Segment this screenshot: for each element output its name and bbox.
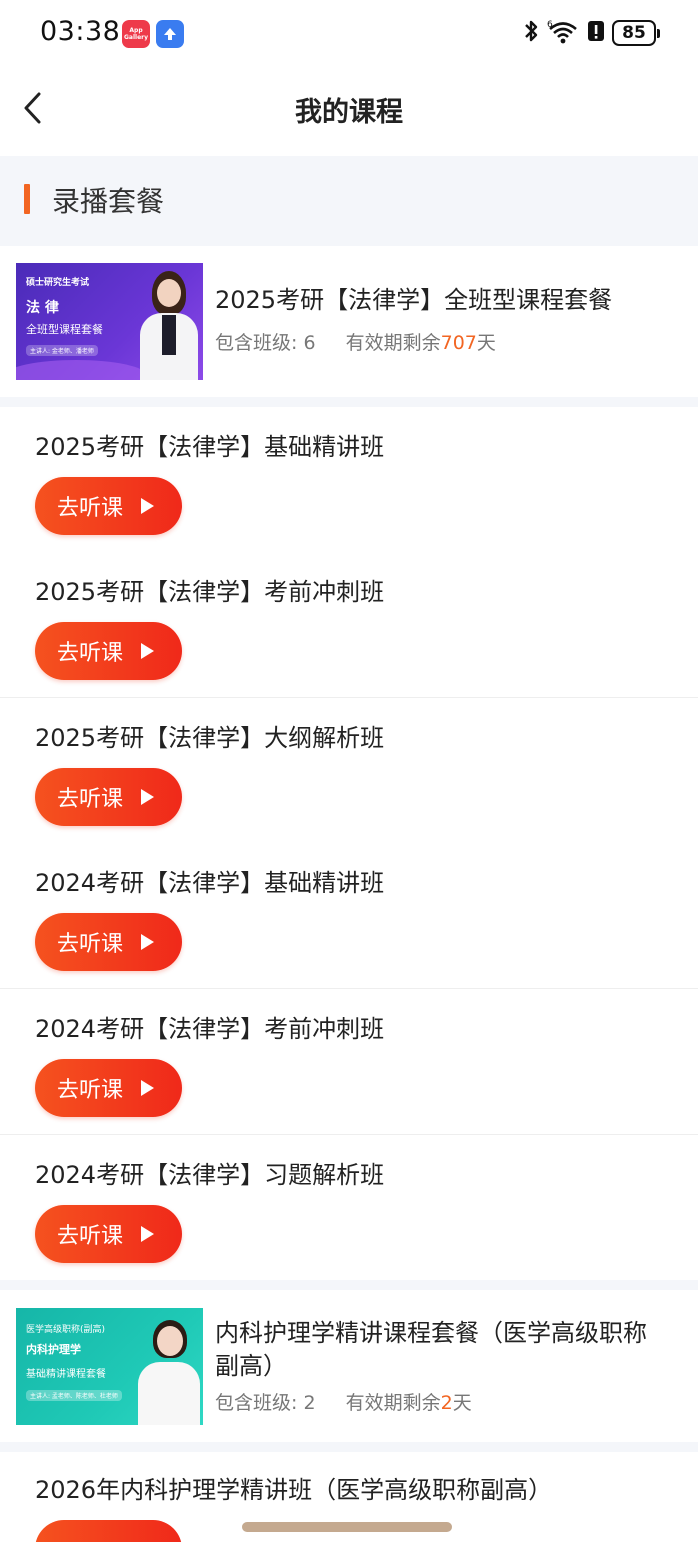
course-title: 2025考研【法律学】考前冲刺班: [35, 578, 385, 606]
package-thumbnail: 硕士研究生考试 法 律 全班型课程套餐 主讲人: 金老师、潘老师: [16, 263, 203, 380]
thumb-line2: 内科护理学: [26, 1343, 81, 1356]
app-gallery-icon: App Gallery: [122, 20, 150, 48]
listen-button-label: 去听课: [57, 932, 124, 957]
package-card[interactable]: 硕士研究生考试 法 律 全班型课程套餐 主讲人: 金老师、潘老师 2025考研【…: [0, 246, 698, 400]
play-icon: [141, 934, 155, 950]
play-icon: [141, 1080, 155, 1096]
battery-level: 85: [622, 23, 646, 43]
play-icon: [141, 1226, 155, 1242]
validity-days: 2: [440, 1392, 453, 1414]
course-row: 2025考研【法律学】考前冲刺班 去听课: [0, 552, 698, 698]
course-title: 2024考研【法律学】习题解析班: [35, 1161, 385, 1189]
section-accent-bar: [24, 184, 30, 214]
section-title: 录播套餐: [52, 185, 165, 218]
course-row: 2025考研【法律学】基础精讲班 去听课: [0, 407, 698, 553]
validity-suffix: 天: [452, 1392, 472, 1414]
divider: [0, 397, 698, 407]
listen-button[interactable]: 去听课: [35, 913, 182, 971]
listen-button[interactable]: 去听课: [35, 477, 182, 535]
play-icon: [141, 643, 155, 659]
thumb-decoration: [16, 360, 146, 380]
status-time: 03:38: [40, 16, 121, 47]
listen-button[interactable]: 去听课: [35, 1059, 182, 1117]
thumb-line2: 法 律: [26, 300, 59, 316]
course-title: 2026年内科护理学精讲班（医学高级职称副高）: [35, 1476, 553, 1504]
page-title: 我的课程: [295, 97, 403, 128]
classes-label: 包含班级:: [215, 332, 298, 354]
thumb-line3: 基础精讲课程套餐: [26, 1369, 106, 1380]
thumb-line4: 主讲人: 金老师、潘老师: [26, 345, 98, 356]
thumb-line1: 硕士研究生考试: [26, 278, 90, 288]
home-indicator[interactable]: [242, 1522, 452, 1532]
thumb-line1: 医学高级职称(副高): [26, 1325, 106, 1335]
package-card[interactable]: 医学高级职称(副高) 内科护理学 基础精讲课程套餐 主讲人: 孟老师、陈老师、杜…: [0, 1290, 698, 1442]
course-row: 2024考研【法律学】习题解析班 去听课: [0, 1135, 698, 1281]
classes-label: 包含班级:: [215, 1392, 298, 1414]
listen-button[interactable]: 去听课: [35, 1205, 182, 1263]
classes-count: 2: [303, 1392, 316, 1414]
wifi-icon: 6: [546, 18, 580, 48]
upload-icon: [156, 20, 184, 48]
thumb-line3: 全班型课程套餐: [26, 323, 103, 336]
listen-button[interactable]: 去听课: [35, 768, 182, 826]
bluetooth-icon: [522, 18, 540, 48]
course-row: 2025考研【法律学】大纲解析班 去听课: [0, 698, 698, 844]
presenter-image: [134, 1308, 203, 1425]
divider: [0, 1442, 698, 1452]
listen-button-label: 去听课: [57, 1078, 124, 1103]
listen-button-label: 去听课: [57, 1224, 124, 1249]
package-meta: 包含班级: 6 有效期剩余707天: [215, 328, 496, 355]
play-icon: [141, 789, 155, 805]
package-title: 2025考研【法律学】全班型课程套餐: [215, 286, 613, 314]
status-bar: 03:38 App Gallery 6 85: [0, 0, 698, 70]
thumb-line4: 主讲人: 孟老师、陈老师、杜老师: [26, 1390, 122, 1401]
package-title: 内科护理学精讲课程套餐（医学高级职称副高）: [215, 1319, 647, 1380]
validity-suffix: 天: [476, 332, 496, 354]
course-title: 2024考研【法律学】基础精讲班: [35, 869, 385, 897]
play-icon: [141, 498, 155, 514]
listen-button[interactable]: 去听课: [35, 622, 182, 680]
battery-icon: 85: [612, 20, 660, 46]
presenter-image: [134, 263, 203, 380]
listen-button-label: 去听课: [57, 496, 124, 521]
listen-button[interactable]: [35, 1520, 182, 1542]
course-row: 2024考研【法律学】基础精讲班 去听课: [0, 843, 698, 989]
divider: [0, 1280, 698, 1290]
validity-days: 707: [440, 332, 477, 354]
classes-count: 6: [303, 332, 316, 354]
package-meta: 包含班级: 2 有效期剩余2天: [215, 1388, 472, 1415]
validity-prefix: 有效期剩余: [345, 1392, 441, 1414]
validity-prefix: 有效期剩余: [345, 332, 441, 354]
status-right: 6 85: [522, 18, 660, 48]
course-title: 2025考研【法律学】大纲解析班: [35, 724, 385, 752]
package-thumbnail: 医学高级职称(副高) 内科护理学 基础精讲课程套餐 主讲人: 孟老师、陈老师、杜…: [16, 1308, 203, 1425]
section-header: 录播套餐: [0, 156, 698, 246]
app-gallery-label: App Gallery: [123, 27, 149, 41]
alert-icon: [586, 18, 606, 48]
nav-bar: 我的课程: [0, 70, 698, 156]
course-title: 2024考研【法律学】考前冲刺班: [35, 1015, 385, 1043]
course-title: 2025考研【法律学】基础精讲班: [35, 433, 385, 461]
listen-button-label: 去听课: [57, 641, 124, 666]
listen-button-label: 去听课: [57, 787, 124, 812]
course-row: 2024考研【法律学】考前冲刺班 去听课: [0, 989, 698, 1135]
